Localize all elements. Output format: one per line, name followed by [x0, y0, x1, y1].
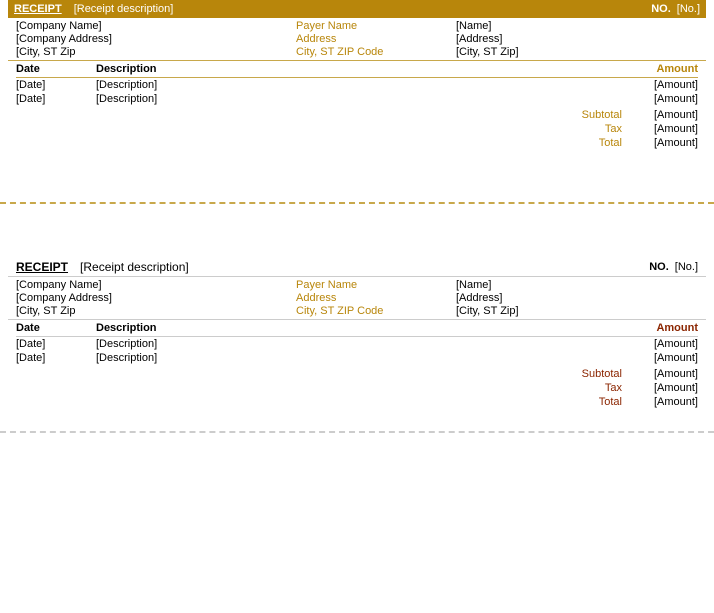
tax-value-2: [Amount] [628, 382, 698, 394]
total-value: [Amount] [628, 137, 698, 149]
total-value-2: [Amount] [628, 396, 698, 408]
subtotal-value: [Amount] [628, 109, 698, 121]
receipt-2-description: [Receipt description] [80, 260, 189, 274]
row1-amount-2: [Amount] [598, 338, 698, 350]
receipt-2-no-value: [No.] [675, 261, 698, 273]
receipt-1-table-header: Date Description Amount [16, 61, 698, 78]
subtotal-value-2: [Amount] [628, 368, 698, 380]
receipt-2-info-row: [Company Name] [Company Address] [City, … [8, 277, 706, 320]
receipt-1-company: [Company Name] [Company Address] [City, … [16, 20, 296, 58]
divider-1 [0, 202, 714, 204]
receipt-2-table-header: Date Description Amount [16, 320, 698, 337]
tax-row: Tax [Amount] [16, 122, 698, 136]
recipient-city: [City, ST Zip] [456, 46, 698, 58]
company-address: [Company Address] [16, 33, 296, 45]
receipt-2-totals: Subtotal [Amount] Tax [Amount] Total [Am… [8, 365, 706, 411]
recipient-name-2: [Name] [456, 279, 698, 291]
receipts-container: RECEIPT [Receipt description] NO. [No.] … [0, 0, 714, 433]
payer-address-2: Address [296, 292, 456, 304]
table-row: [Date] [Description] [Amount] [16, 351, 698, 365]
row2-date: [Date] [16, 93, 96, 105]
row2-amount: [Amount] [598, 93, 698, 105]
receipt-2-recipient: [Name] [Address] [City, ST Zip] [456, 279, 698, 317]
subtotal-row: Subtotal [Amount] [16, 108, 698, 122]
receipt-1-totals: Subtotal [Amount] Tax [Amount] Total [Am… [8, 106, 706, 152]
recipient-address-2: [Address] [456, 292, 698, 304]
subtotal-row-2: Subtotal [Amount] [16, 367, 698, 381]
payer-name-2: Payer Name [296, 279, 456, 291]
receipt-1-info-row: [Company Name] [Company Address] [City, … [8, 18, 706, 61]
col-desc-header: Description [96, 63, 598, 75]
col-date-header: Date [16, 63, 96, 75]
row1-amount: [Amount] [598, 79, 698, 91]
recipient-city-2: [City, ST Zip] [456, 305, 698, 317]
col-amount-header-2: Amount [598, 322, 698, 334]
row1-desc-2: [Description] [96, 338, 598, 350]
receipt-1-header-left: RECEIPT [Receipt description] [14, 3, 173, 15]
recipient-address: [Address] [456, 33, 698, 45]
company-city-2: [City, ST Zip [16, 305, 296, 317]
table-row: [Date] [Description] [Amount] [16, 92, 698, 106]
row2-desc-2: [Description] [96, 352, 598, 364]
payer-city: City, ST ZIP Code [296, 46, 456, 58]
payer-name: Payer Name [296, 20, 456, 32]
payer-city-2: City, ST ZIP Code [296, 305, 456, 317]
row1-date-2: [Date] [16, 338, 96, 350]
receipt-2-payer: Payer Name Address City, ST ZIP Code [296, 279, 456, 317]
recipient-name: [Name] [456, 20, 698, 32]
receipt-1-no-section: NO. [No.] [651, 3, 700, 15]
receipt-2-header-left: RECEIPT [Receipt description] [16, 260, 189, 274]
divider-2 [0, 431, 714, 433]
receipt-1-table: Date Description Amount [Date] [Descript… [8, 61, 706, 106]
receipt-1-title: RECEIPT [14, 3, 62, 15]
row1-date: [Date] [16, 79, 96, 91]
total-row-2: Total [Amount] [16, 395, 698, 409]
company-address-2: [Company Address] [16, 292, 296, 304]
receipt-1-payer: Payer Name Address City, ST ZIP Code [296, 20, 456, 58]
spacer-1 [0, 152, 714, 182]
receipt-2-table: Date Description Amount [Date] [Descript… [8, 320, 706, 365]
col-desc-header-2: Description [96, 322, 598, 334]
total-row: Total [Amount] [16, 136, 698, 150]
receipt-2-no-label: NO. [649, 261, 669, 273]
col-date-header-2: Date [16, 322, 96, 334]
receipt-2-no-section: NO. [No.] [649, 261, 698, 273]
receipt-1-header: RECEIPT [Receipt description] NO. [No.] [8, 0, 706, 18]
company-name: [Company Name] [16, 20, 296, 32]
row2-desc: [Description] [96, 93, 598, 105]
col-amount-header: Amount [598, 63, 698, 75]
table-row: [Date] [Description] [Amount] [16, 78, 698, 92]
payer-address: Address [296, 33, 456, 45]
tax-label: Tax [562, 123, 622, 135]
tax-row-2: Tax [Amount] [16, 381, 698, 395]
subtotal-label-2: Subtotal [562, 368, 622, 380]
row2-amount-2: [Amount] [598, 352, 698, 364]
company-city: [City, ST Zip [16, 46, 296, 58]
total-label-2: Total [562, 396, 622, 408]
receipt-1-no-value: [No.] [677, 3, 700, 15]
receipt-2: RECEIPT [Receipt description] NO. [No.] … [0, 254, 714, 411]
receipt-1-recipient: [Name] [Address] [City, ST Zip] [456, 20, 698, 58]
receipt-2-header: RECEIPT [Receipt description] NO. [No.] [8, 254, 706, 277]
total-label: Total [562, 137, 622, 149]
table-row: [Date] [Description] [Amount] [16, 337, 698, 351]
tax-value: [Amount] [628, 123, 698, 135]
spacer-2 [0, 224, 714, 254]
row2-date-2: [Date] [16, 352, 96, 364]
subtotal-label: Subtotal [562, 109, 622, 121]
receipt-1: RECEIPT [Receipt description] NO. [No.] … [0, 0, 714, 152]
row1-desc: [Description] [96, 79, 598, 91]
receipt-2-company: [Company Name] [Company Address] [City, … [16, 279, 296, 317]
company-name-2: [Company Name] [16, 279, 296, 291]
receipt-1-description: [Receipt description] [74, 3, 174, 15]
receipt-2-title: RECEIPT [16, 260, 68, 274]
receipt-1-no-label: NO. [651, 3, 671, 15]
tax-label-2: Tax [562, 382, 622, 394]
